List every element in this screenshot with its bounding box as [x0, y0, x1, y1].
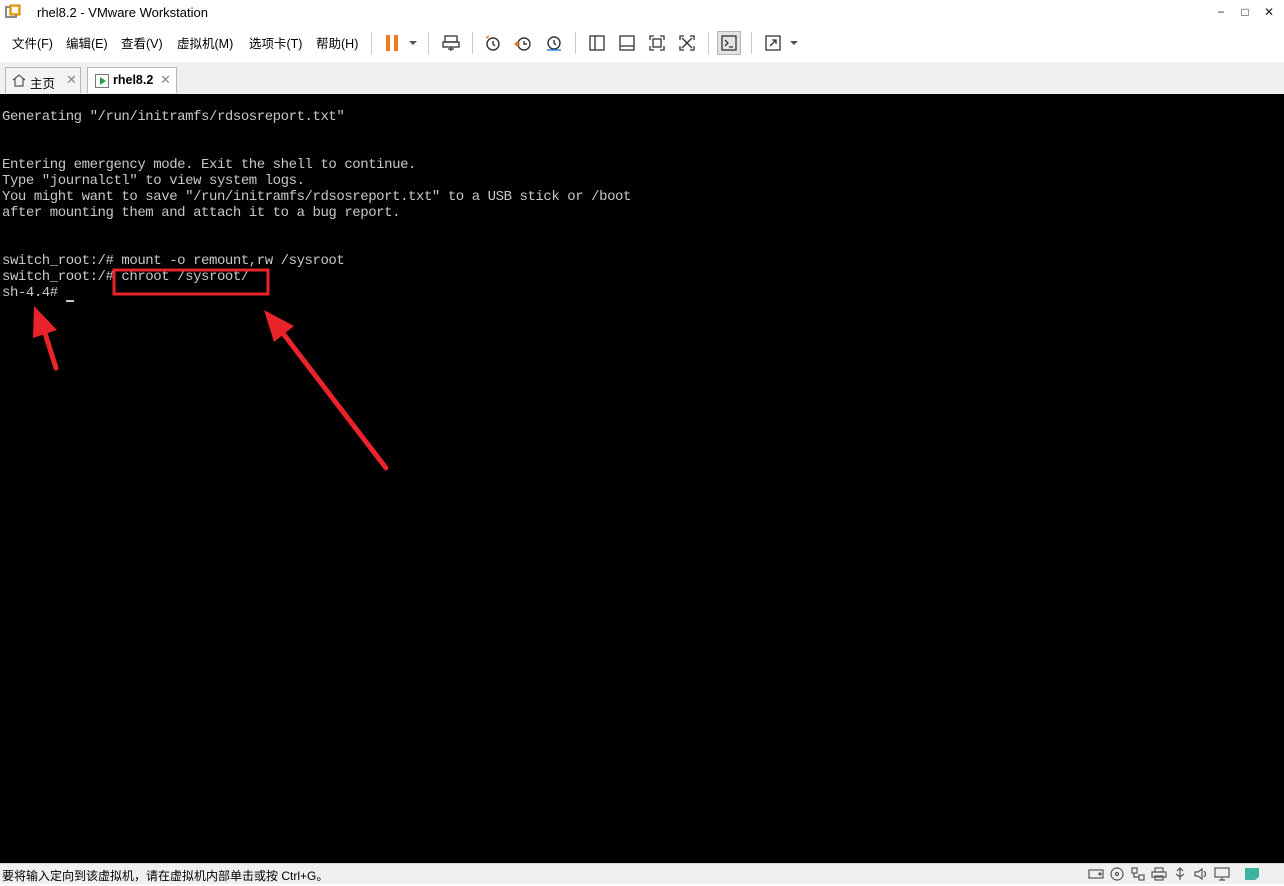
- tab-rhel[interactable]: rhel8.2 ✕: [87, 67, 177, 93]
- snapshot-icon[interactable]: [481, 31, 505, 55]
- display-icon[interactable]: [1214, 867, 1230, 881]
- pause-dropdown-icon[interactable]: [409, 41, 417, 45]
- console-view-icon[interactable]: [717, 31, 741, 55]
- vmware-app-icon: [5, 4, 21, 20]
- menu-file[interactable]: 文件(F): [12, 33, 53, 52]
- cd-dvd-icon[interactable]: [1109, 867, 1125, 881]
- show-library-icon[interactable]: [585, 31, 609, 55]
- menu-edit[interactable]: 编辑(E): [66, 33, 108, 52]
- menu-help[interactable]: 帮助(H): [316, 33, 358, 52]
- close-button[interactable]: ✕: [1257, 2, 1281, 22]
- usb-icon[interactable]: [1172, 867, 1188, 881]
- full-screen-icon[interactable]: [645, 31, 669, 55]
- unity-icon[interactable]: [675, 31, 699, 55]
- menu-view[interactable]: 查看(V): [121, 33, 163, 52]
- tab-home[interactable]: 主页 ✕: [5, 67, 81, 93]
- tab-rhel-label: rhel8.2: [113, 73, 154, 87]
- status-bar: 要将输入定向到该虚拟机，请在虚拟机内部单击或按 Ctrl+G。: [0, 863, 1284, 884]
- highlight-box: [112, 268, 270, 296]
- menu-toolbar: 文件(F) 编辑(E) 查看(V) 虚拟机(M) 选项卡(T) 帮助(H): [0, 24, 1284, 62]
- printer-icon[interactable]: [1151, 867, 1167, 881]
- arrow-to-command-icon: [264, 310, 389, 471]
- thumbnail-bar-icon[interactable]: [615, 31, 639, 55]
- tab-rhel-close-icon[interactable]: ✕: [160, 72, 171, 88]
- revert-snapshot-icon[interactable]: [511, 31, 535, 55]
- pause-icon[interactable]: [380, 31, 404, 55]
- send-ctrl-alt-del-icon[interactable]: [439, 31, 463, 55]
- menu-tabs[interactable]: 选项卡(T): [249, 33, 302, 52]
- snapshot-manager-icon[interactable]: [542, 31, 566, 55]
- status-message: 要将输入定向到该虚拟机，请在虚拟机内部单击或按 Ctrl+G。: [2, 869, 329, 883]
- stretch-dropdown-icon[interactable]: [790, 41, 798, 45]
- tab-home-close-icon[interactable]: ✕: [66, 72, 77, 88]
- toolbar-separator: [708, 32, 709, 54]
- message-icon[interactable]: [1244, 867, 1260, 881]
- toolbar-separator: [575, 32, 576, 54]
- vm-running-icon: [95, 74, 109, 93]
- tab-home-label: 主页: [30, 77, 56, 91]
- tab-bar: 主页 ✕ rhel8.2 ✕: [0, 62, 1284, 94]
- title-bar: rhel8.2 - VMware Workstation − □ ✕: [0, 0, 1284, 24]
- stretch-guest-icon[interactable]: [761, 31, 785, 55]
- window-title: rhel8.2 - VMware Workstation: [37, 5, 208, 20]
- annotation-overlay: [33, 268, 389, 471]
- sound-card-icon[interactable]: [1193, 867, 1209, 881]
- network-adapter-icon[interactable]: [1130, 867, 1146, 881]
- maximize-button[interactable]: □: [1233, 2, 1257, 22]
- minimize-button[interactable]: −: [1209, 2, 1233, 22]
- menu-vm[interactable]: 虚拟机(M): [177, 33, 233, 52]
- toolbar-separator: [472, 32, 473, 54]
- toolbar-separator: [428, 32, 429, 54]
- vm-console-screen[interactable]: Generating "/run/initramfs/rdsosreport.t…: [0, 94, 1284, 863]
- toolbar-separator: [751, 32, 752, 54]
- hard-disk-icon[interactable]: [1088, 867, 1104, 881]
- toolbar-separator: [371, 32, 372, 54]
- arrow-to-prompt-icon: [33, 306, 59, 371]
- home-icon: [12, 74, 26, 92]
